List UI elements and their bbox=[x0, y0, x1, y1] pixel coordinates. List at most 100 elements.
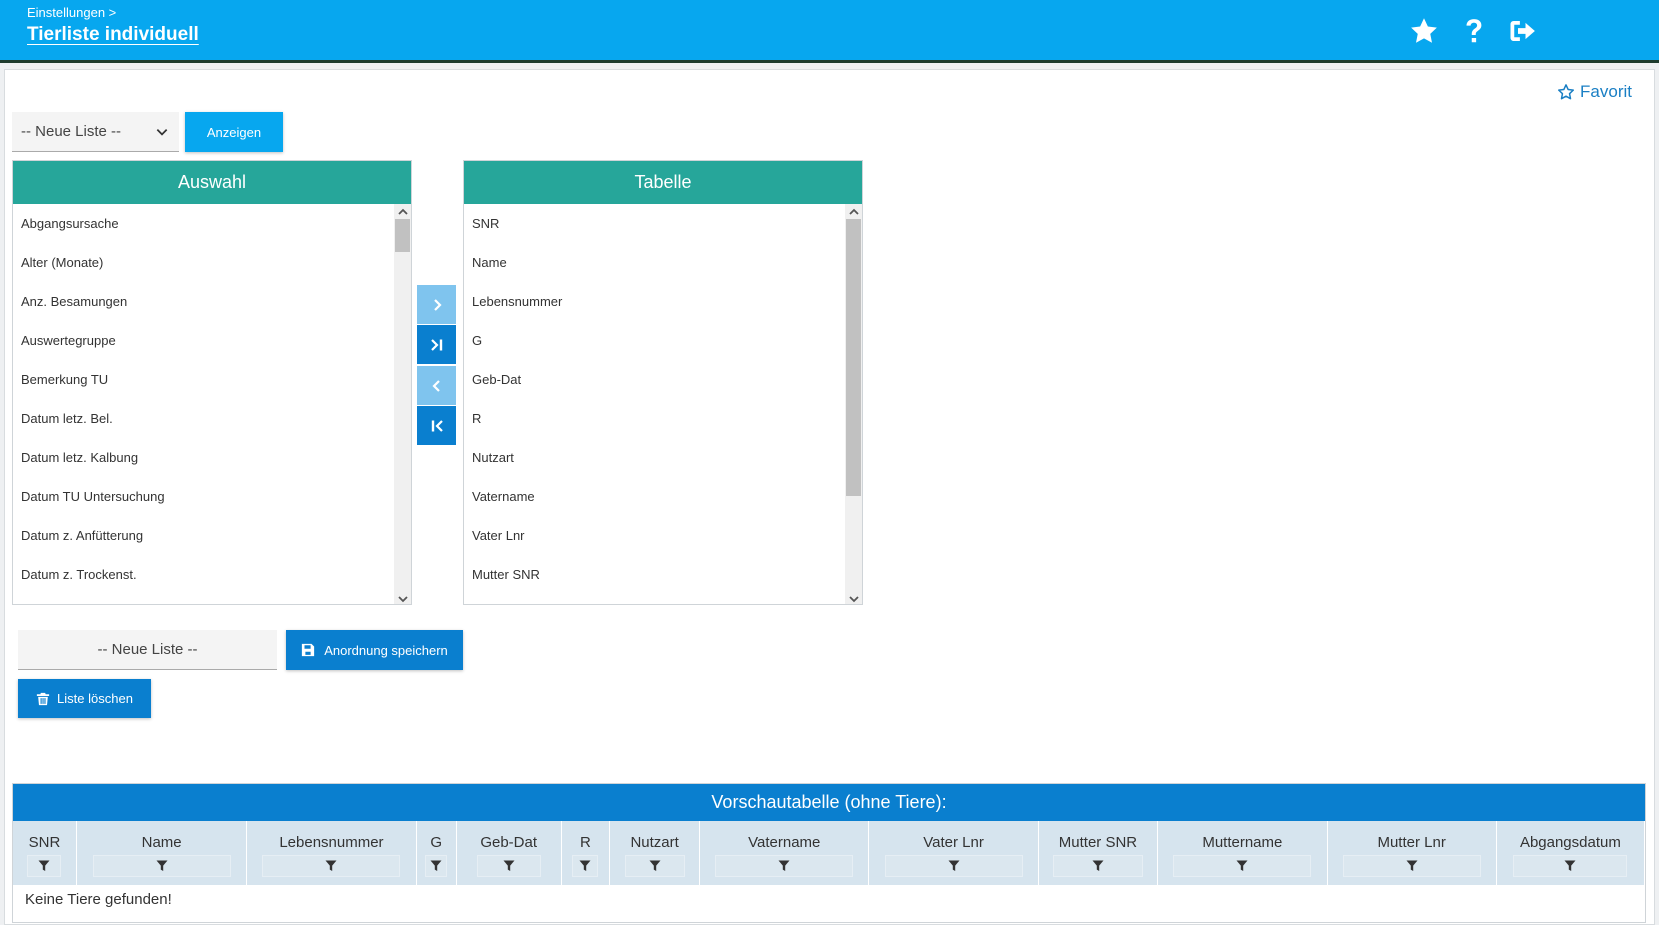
filter-icon bbox=[325, 860, 337, 871]
selected-item[interactable]: SNR bbox=[464, 204, 862, 243]
chevron-left-icon bbox=[431, 379, 440, 392]
move-right-button[interactable] bbox=[417, 285, 456, 324]
column-filter[interactable] bbox=[1342, 855, 1481, 877]
column-filter[interactable] bbox=[476, 855, 541, 877]
selected-item[interactable]: Mutter SNR bbox=[464, 555, 862, 594]
selected-item[interactable]: Geb-Dat bbox=[464, 360, 862, 399]
delete-list-button[interactable]: Liste löschen bbox=[18, 679, 151, 718]
column-header-label: Vatername bbox=[748, 834, 821, 851]
column-filter[interactable] bbox=[262, 855, 401, 877]
column-header-label: Abgangsdatum bbox=[1519, 834, 1621, 851]
column-filter[interactable] bbox=[425, 855, 448, 877]
move-left-button[interactable] bbox=[417, 366, 456, 405]
logout-icon[interactable] bbox=[1508, 16, 1538, 46]
column-header-label: Muttername bbox=[1202, 834, 1283, 851]
save-order-label: Anordnung speichern bbox=[324, 642, 448, 658]
column-header[interactable]: Geb-Dat bbox=[456, 821, 562, 885]
column-filter[interactable] bbox=[27, 855, 62, 877]
column-filter[interactable] bbox=[92, 855, 231, 877]
favorite-label: Favorit bbox=[1580, 82, 1632, 101]
help-icon[interactable] bbox=[1459, 16, 1489, 46]
column-header[interactable]: SNR bbox=[13, 821, 77, 885]
selected-item[interactable]: Nutzart bbox=[464, 438, 862, 477]
selected-item[interactable]: Vater Lnr bbox=[464, 516, 862, 555]
column-header-label: Mutter SNR bbox=[1058, 834, 1138, 851]
table-fields-title: Tabelle bbox=[464, 161, 862, 204]
column-filter[interactable] bbox=[1052, 855, 1143, 877]
filter-icon bbox=[649, 860, 661, 871]
available-item[interactable]: Datum letz. Kalbung bbox=[13, 438, 411, 477]
available-item[interactable]: Auswertegruppe bbox=[13, 321, 411, 360]
column-header[interactable]: Mutter SNR bbox=[1038, 821, 1159, 885]
floppy-disk-icon bbox=[302, 643, 315, 657]
preview-table: Vorschautabelle (ohne Tiere): SNR Name Leb… bbox=[12, 783, 1646, 923]
available-item[interactable]: Bemerkung TU bbox=[13, 360, 411, 399]
filter-icon bbox=[1406, 860, 1418, 871]
move-all-right-button[interactable] bbox=[417, 325, 456, 364]
available-scrollbar[interactable] bbox=[394, 204, 411, 604]
column-header[interactable]: Name bbox=[76, 821, 248, 885]
filter-icon bbox=[778, 860, 790, 871]
breadcrumb[interactable]: Einstellungen > bbox=[27, 5, 116, 20]
table-scrollbar[interactable] bbox=[845, 204, 862, 604]
available-item[interactable]: Datum TU Untersuchung bbox=[13, 477, 411, 516]
list-name-input[interactable]: -- Neue Liste -- bbox=[18, 630, 277, 670]
show-button[interactable]: Anzeigen bbox=[185, 112, 283, 152]
filter-icon bbox=[503, 860, 515, 871]
column-header[interactable]: R bbox=[561, 821, 611, 885]
column-header-label: Lebensnummer bbox=[279, 834, 384, 851]
available-item[interactable]: Abgangsursache bbox=[13, 204, 411, 243]
column-header[interactable]: Nutzart bbox=[609, 821, 701, 885]
column-header[interactable]: Vatername bbox=[699, 821, 870, 885]
move-all-left-button[interactable] bbox=[417, 406, 456, 445]
favorite-link[interactable]: Favorit bbox=[1557, 82, 1632, 102]
column-filter[interactable] bbox=[1173, 855, 1312, 877]
preview-grid: SNR Name Lebensnummer G Geb-Dat R Nutzart Vater… bbox=[13, 821, 1646, 885]
column-header-label: Mutter Lnr bbox=[1377, 834, 1446, 851]
column-header-label: Geb-Dat bbox=[480, 834, 538, 851]
preview-title: Vorschautabelle (ohne Tiere): bbox=[13, 784, 1645, 821]
chevron-right-end-icon bbox=[430, 338, 442, 351]
filter-icon bbox=[948, 860, 960, 871]
column-header[interactable]: Abgangsdatum bbox=[1496, 821, 1646, 885]
available-item[interactable]: Datum z. Trockenst. bbox=[13, 555, 411, 594]
column-filter[interactable] bbox=[572, 855, 599, 877]
column-filter[interactable] bbox=[624, 855, 685, 877]
chevron-down-icon bbox=[156, 129, 168, 136]
selected-item[interactable]: Vatername bbox=[464, 477, 862, 516]
column-filter[interactable] bbox=[1513, 855, 1628, 877]
column-header[interactable]: G bbox=[416, 821, 457, 885]
available-item[interactable]: Datum z. Anfütterung bbox=[13, 516, 411, 555]
scroll-up-icon[interactable] bbox=[394, 204, 411, 219]
save-order-button[interactable]: Anordnung speichern bbox=[286, 630, 463, 670]
available-fields-box: Auswahl Abgangsursache Alter (Monate) Anz.… bbox=[12, 160, 412, 605]
column-header[interactable]: Lebensnummer bbox=[246, 821, 417, 885]
column-header[interactable]: Vater Lnr bbox=[868, 821, 1039, 885]
scrollbar-thumb[interactable] bbox=[846, 219, 861, 496]
column-header-label: G bbox=[430, 834, 443, 851]
available-item[interactable]: Datum letz. Bel. bbox=[13, 399, 411, 438]
scroll-down-icon[interactable] bbox=[845, 591, 862, 604]
selected-item[interactable]: G bbox=[464, 321, 862, 360]
empty-message: Keine Tiere gefunden! bbox=[25, 890, 172, 908]
star-icon[interactable] bbox=[1409, 16, 1439, 46]
main-card: Favorit -- Neue Liste -- Anzeigen Auswah… bbox=[4, 69, 1655, 925]
available-item[interactable]: Alter (Monate) bbox=[13, 243, 411, 282]
list-select[interactable]: -- Neue Liste -- bbox=[12, 112, 179, 152]
scroll-down-icon[interactable] bbox=[394, 591, 411, 604]
column-filter[interactable] bbox=[884, 855, 1023, 877]
selected-item[interactable]: R bbox=[464, 399, 862, 438]
column-header[interactable]: Muttername bbox=[1157, 821, 1328, 885]
selected-item[interactable]: Name bbox=[464, 243, 862, 282]
column-header-label: Nutzart bbox=[630, 834, 679, 851]
selected-item[interactable]: Lebensnummer bbox=[464, 282, 862, 321]
column-filter[interactable] bbox=[715, 855, 854, 877]
filter-icon bbox=[579, 860, 591, 871]
filter-icon bbox=[1236, 860, 1248, 871]
column-header[interactable]: Mutter Lnr bbox=[1327, 821, 1497, 885]
top-bar: Einstellungen > Tierliste individuell bbox=[0, 0, 1659, 63]
scrollbar-thumb[interactable] bbox=[395, 219, 410, 252]
scroll-up-icon[interactable] bbox=[845, 204, 862, 219]
column-header-label: Vater Lnr bbox=[923, 834, 984, 851]
available-item[interactable]: Anz. Besamungen bbox=[13, 282, 411, 321]
